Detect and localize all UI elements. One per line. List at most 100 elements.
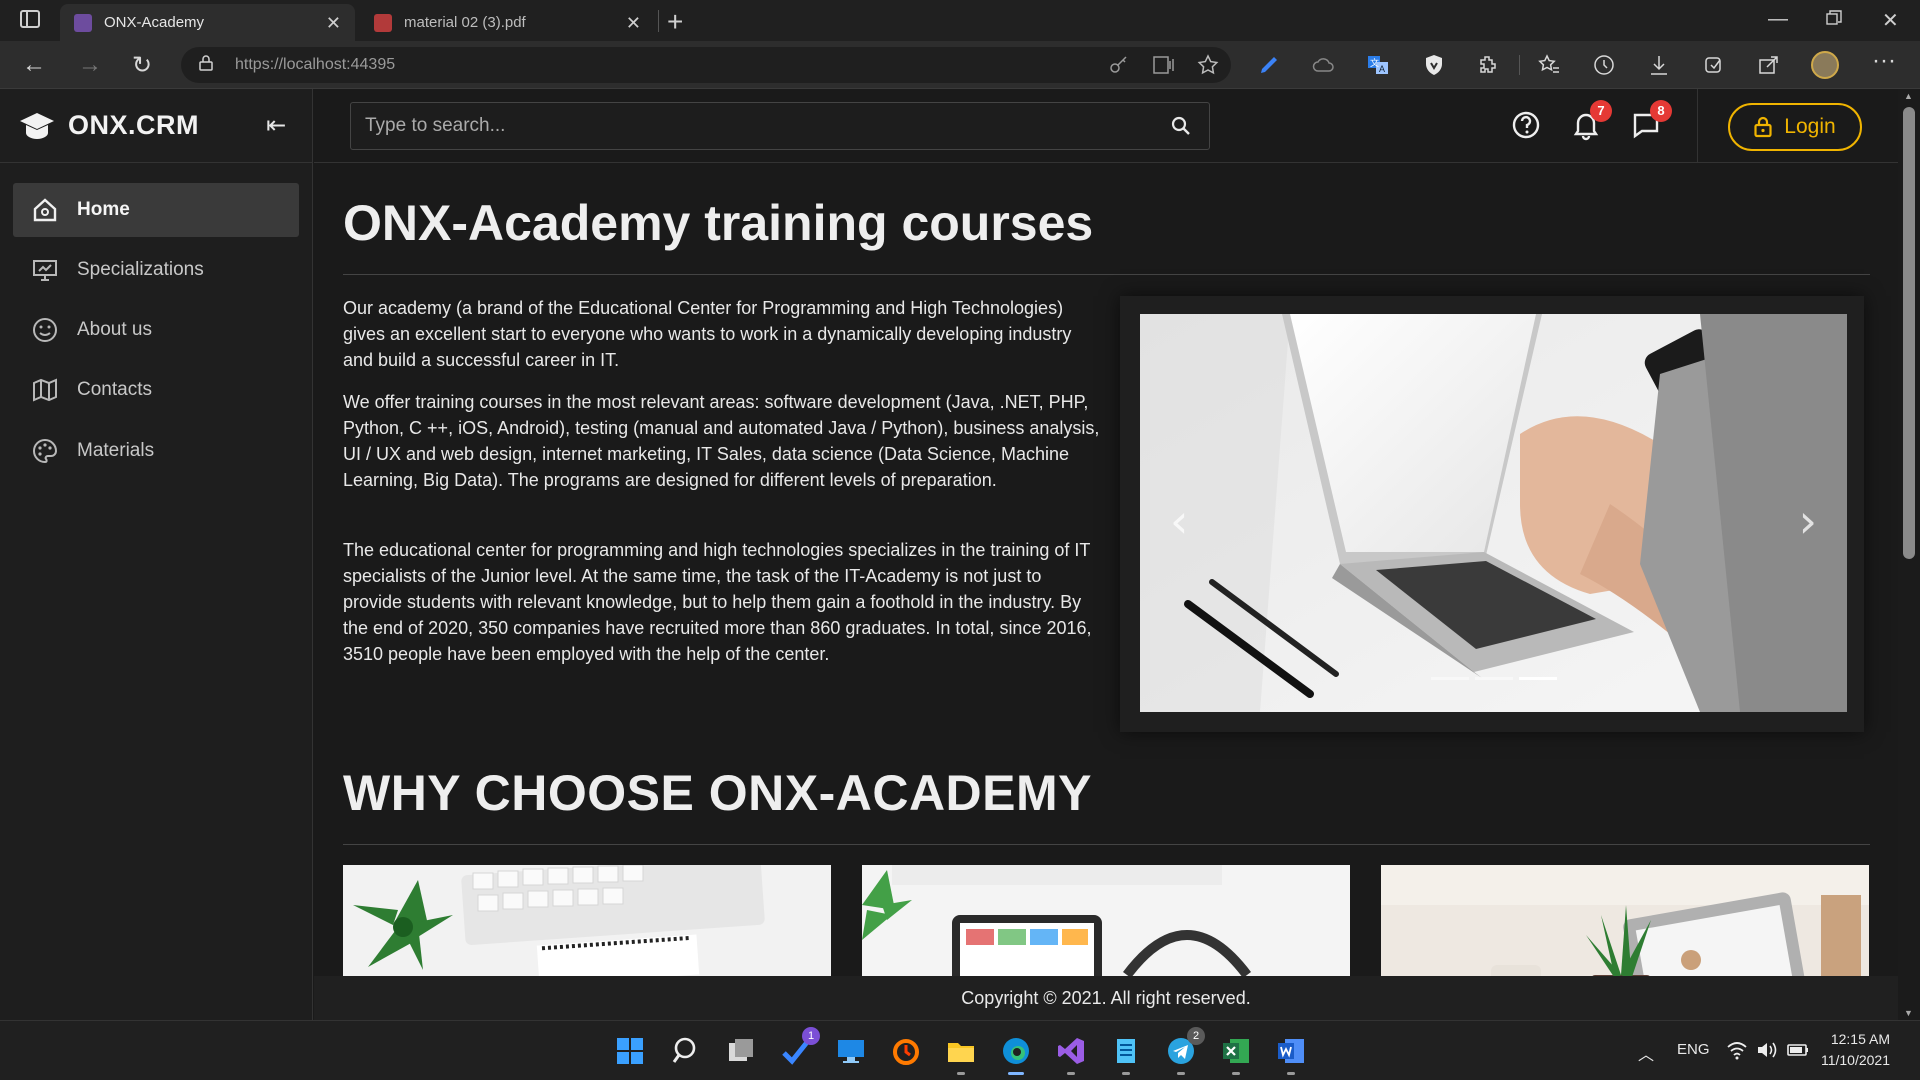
language-indicator[interactable]: ENG <box>1677 1041 1710 1058</box>
forward-icon[interactable]: → <box>78 51 102 79</box>
translate-icon[interactable]: 文A <box>1366 53 1390 77</box>
wifi-icon[interactable] <box>1726 1040 1748 1060</box>
close-window-icon[interactable]: ✕ <box>1882 8 1899 33</box>
carousel-prev-icon[interactable]: ‹ <box>1170 494 1188 548</box>
carousel-indicator-active[interactable] <box>1519 677 1557 680</box>
brand-header: ONX.CRM ⇤ <box>0 89 313 163</box>
notifications-button[interactable]: 7 <box>1570 100 1612 141</box>
messages-button[interactable]: 8 <box>1630 100 1672 141</box>
graduation-cap-icon <box>20 113 54 139</box>
browser-tab-pdf[interactable]: material 02 (3).pdf ✕ <box>360 4 655 41</box>
share-icon[interactable] <box>1757 53 1781 77</box>
system-clock[interactable]: 12:15 AM 11/10/2021 <box>1821 1029 1890 1071</box>
timer-app-icon[interactable] <box>890 1035 922 1067</box>
url-text: https://localhost:44395 <box>235 56 395 74</box>
sidebar-item-materials[interactable]: Materials <box>13 424 299 478</box>
excel-app[interactable] <box>1220 1035 1252 1075</box>
folder-icon <box>948 1043 974 1062</box>
read-aloud-icon[interactable] <box>1151 53 1175 77</box>
new-tab-icon[interactable]: + <box>667 6 683 38</box>
feature-card-image[interactable] <box>1381 865 1869 976</box>
collections-icon[interactable] <box>1702 53 1726 77</box>
sidebar-item-specializations[interactable]: Specializations <box>13 243 299 297</box>
edge-app[interactable] <box>1000 1035 1032 1075</box>
sidebar-item-label: Specializations <box>77 259 204 280</box>
visual-studio-app[interactable] <box>1055 1035 1087 1075</box>
collapse-sidebar-icon[interactable]: ⇤ <box>266 111 286 140</box>
carousel-next-icon[interactable]: › <box>1799 494 1817 548</box>
lock-icon <box>199 55 213 71</box>
messages-badge: 8 <box>1650 100 1672 122</box>
browser-tab-onx-academy[interactable]: ONX-Academy ✕ <box>60 4 355 41</box>
history-icon[interactable] <box>1592 53 1616 77</box>
page-scrollbar[interactable]: ▲ ▼ <box>1898 89 1920 1020</box>
login-label: Login <box>1784 115 1836 138</box>
add-favorite-icon[interactable] <box>1196 53 1220 77</box>
cloud-icon[interactable] <box>1311 53 1335 77</box>
shield-icon[interactable] <box>1422 53 1446 77</box>
show-hidden-icons[interactable]: ︿ <box>1638 1041 1654 1065</box>
presentation-icon <box>33 260 57 281</box>
sidebar-item-about-us[interactable]: About us <box>13 303 299 357</box>
search-icon[interactable] <box>1171 116 1191 136</box>
close-tab-icon[interactable]: ✕ <box>326 13 341 34</box>
image-carousel: ‹ › <box>1120 296 1864 732</box>
divider <box>343 844 1870 845</box>
scrollbar-thumb[interactable] <box>1903 107 1915 559</box>
feature-card-image[interactable] <box>343 865 831 976</box>
scroll-up-icon[interactable]: ▲ <box>1904 91 1913 101</box>
notifications-badge: 7 <box>1590 100 1612 122</box>
sidebar-item-label: Home <box>77 199 130 220</box>
start-icon[interactable] <box>614 1035 646 1067</box>
carousel-indicator[interactable] <box>1431 677 1469 680</box>
help-icon <box>1512 111 1540 139</box>
downloads-icon[interactable] <box>1647 53 1671 77</box>
url-port: :44395 <box>346 56 396 73</box>
telegram-app[interactable]: 2 <box>1165 1027 1205 1075</box>
sidebar-item-home[interactable]: Home <box>13 183 299 237</box>
feature-card-image[interactable] <box>862 865 1350 976</box>
pen-extension-icon[interactable] <box>1257 53 1281 77</box>
close-tab-icon[interactable]: ✕ <box>626 13 641 34</box>
lock-icon <box>1754 116 1772 138</box>
search-icon[interactable] <box>670 1035 702 1067</box>
sidebar-item-contacts[interactable]: Contacts <box>13 363 299 417</box>
search-box <box>350 102 1210 150</box>
restore-icon[interactable] <box>1826 9 1842 32</box>
help-button[interactable] <box>1510 109 1542 141</box>
back-icon[interactable]: ← <box>22 51 46 79</box>
more-menu-icon[interactable]: ··· <box>1872 47 1896 75</box>
tablet-headphones-image <box>862 865 1350 976</box>
login-button[interactable]: Login <box>1728 103 1862 151</box>
url-field[interactable]: https://localhost:44395 <box>181 47 1231 83</box>
word-app[interactable] <box>1275 1035 1307 1075</box>
carousel-indicator[interactable] <box>1475 677 1513 680</box>
profile-avatar[interactable] <box>1811 51 1839 79</box>
tab-title: ONX-Academy <box>104 14 205 31</box>
minimize-icon[interactable]: — <box>1768 8 1788 31</box>
tab-actions-icon[interactable] <box>20 10 40 28</box>
laptop-typing-image <box>1140 314 1847 712</box>
favorites-icon[interactable] <box>1537 53 1561 77</box>
key-icon[interactable] <box>1109 54 1129 74</box>
smile-icon <box>33 318 57 342</box>
brand-name[interactable]: ONX.CRM <box>68 110 199 141</box>
todo-app[interactable]: 1 <box>780 1027 820 1067</box>
notepad-app[interactable] <box>1110 1035 1142 1075</box>
volume-icon[interactable] <box>1756 1040 1778 1060</box>
battery-icon[interactable] <box>1786 1040 1810 1060</box>
copyright-text: Copyright © 2021. All right reserved. <box>961 988 1251 1008</box>
search-input[interactable] <box>351 103 1151 149</box>
notepad-icon <box>1117 1039 1135 1063</box>
palette-icon <box>33 438 58 464</box>
remote-desktop-icon[interactable] <box>835 1035 867 1067</box>
extensions-icon[interactable] <box>1477 53 1501 77</box>
keyboard-plant-image <box>343 865 831 976</box>
windows-taskbar: 1 2 ︿ ENG 12:15 AM 11/10/2021 <box>0 1020 1920 1080</box>
sidebar-item-label: Contacts <box>77 379 152 400</box>
task-view-icon[interactable] <box>725 1035 757 1067</box>
scroll-down-icon[interactable]: ▼ <box>1904 1008 1913 1018</box>
refresh-icon[interactable]: ↻ <box>132 51 152 80</box>
file-explorer-app[interactable] <box>945 1035 977 1075</box>
tab-title: material 02 (3).pdf <box>404 14 526 31</box>
